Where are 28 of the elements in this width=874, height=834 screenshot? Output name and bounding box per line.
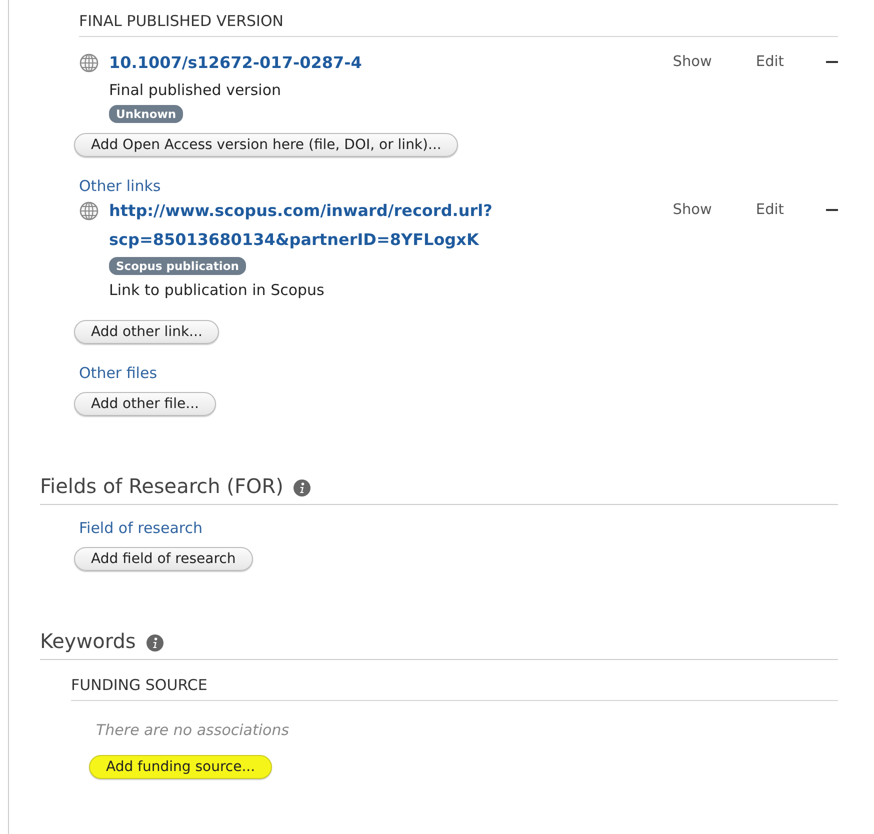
section-title: Fields of Research (FOR) (40, 474, 284, 498)
group-label: Other links (79, 177, 162, 195)
globe-icon (79, 201, 99, 221)
add-button[interactable]: Add other link... (74, 320, 220, 344)
add-funding-button[interactable]: Add funding source... (89, 755, 272, 779)
add-button[interactable]: Add other file... (74, 392, 216, 416)
group-label: Other files (79, 364, 158, 382)
link-url[interactable]: http://www.scopus.com/inward/record.url? (109, 199, 492, 223)
link-url[interactable]: scp=85013680134&partnerID=8YFLogxK (109, 228, 479, 252)
section-heading: FINAL PUBLISHED VERSION (79, 12, 838, 37)
link-url[interactable]: 10.1007/s12672-017-0287-4 (109, 51, 362, 75)
group-label: Field of research (79, 519, 204, 537)
action-link[interactable]: Edit (756, 54, 784, 70)
status-badge: Unknown (109, 105, 184, 123)
link-description: Link to publication in Scopus (109, 280, 324, 300)
section-heading: FUNDING SOURCE (71, 676, 838, 701)
action-link[interactable]: Edit (756, 202, 784, 218)
section-title: Keywords (40, 629, 136, 653)
add-button[interactable]: Add field of research (74, 547, 253, 571)
action-link[interactable]: Show (672, 54, 712, 70)
empty-message: There are no associations (96, 721, 290, 739)
info-icon[interactable] (293, 478, 312, 496)
globe-icon (79, 53, 99, 73)
action-link[interactable]: Show (672, 202, 712, 218)
status-badge: Scopus publication (109, 257, 246, 275)
info-icon[interactable] (146, 634, 164, 652)
add-button[interactable]: Add Open Access version here (file, DOI, or link)... (74, 133, 458, 157)
link-description: Final published version (109, 80, 282, 100)
